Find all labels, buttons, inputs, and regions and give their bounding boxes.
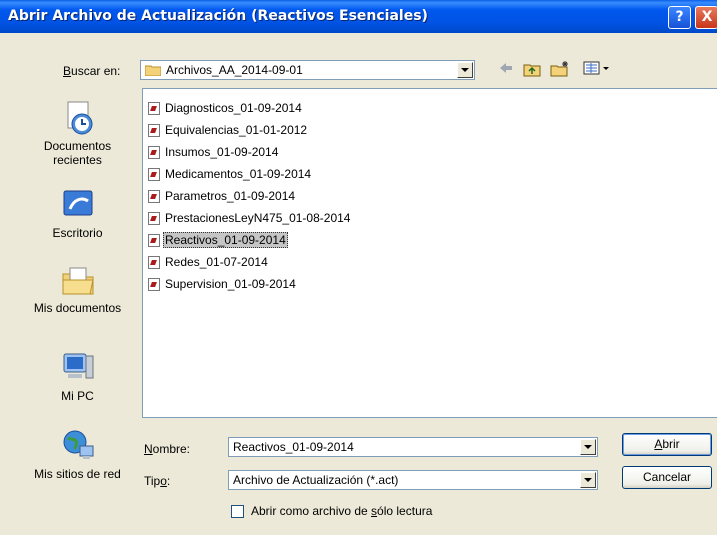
my-computer-icon — [60, 353, 96, 389]
place-label-network: Mis sitios de red — [34, 467, 121, 481]
document-icon — [148, 233, 160, 247]
filename-input[interactable]: Reactivos_01-09-2014 — [228, 437, 598, 457]
file-item[interactable]: Insumos_01-09-2014 — [148, 143, 280, 161]
document-icon — [148, 167, 160, 181]
file-list[interactable]: Diagnosticos_01-09-2014 Equivalencias_01… — [142, 88, 717, 418]
recent-documents-icon — [60, 101, 96, 139]
place-label-my-computer: Mi PC — [61, 389, 94, 403]
file-item[interactable]: Diagnosticos_01-09-2014 — [148, 99, 304, 117]
file-item[interactable]: Supervision_01-09-2014 — [148, 275, 298, 293]
filename-value: Reactivos_01-09-2014 — [233, 440, 354, 454]
filename-label: Nombre: — [144, 442, 191, 456]
place-my-documents[interactable]: Mis documentos — [20, 262, 135, 315]
back-arrow-icon[interactable] — [498, 61, 514, 79]
place-my-computer[interactable]: Mi PC — [20, 350, 135, 403]
document-icon — [148, 101, 160, 115]
readonly-label: Abrir como archivo de sólo lectura — [251, 504, 433, 518]
document-icon — [148, 211, 160, 225]
window-title: Abrir Archivo de Actualización (Reactivo… — [8, 8, 428, 24]
desktop-icon — [60, 190, 96, 226]
document-icon — [148, 255, 160, 269]
file-item[interactable]: Parametros_01-09-2014 — [148, 187, 297, 205]
help-button[interactable]: ? — [668, 6, 691, 29]
file-item[interactable]: Medicamentos_01-09-2014 — [148, 165, 313, 183]
folder-icon — [144, 64, 162, 77]
document-icon — [148, 145, 160, 159]
new-folder-icon[interactable] — [550, 61, 570, 79]
views-menu-icon[interactable] — [583, 61, 611, 79]
filetype-dropdown[interactable]: Archivo de Actualización (*.act) — [228, 470, 598, 490]
place-label-my-documents: Mis documentos — [33, 301, 122, 315]
file-item[interactable]: Redes_01-07-2014 — [148, 253, 270, 271]
filetype-value: Archivo de Actualización (*.act) — [233, 473, 399, 487]
place-label-desktop: Escritorio — [52, 226, 103, 240]
open-button[interactable]: Abrir — [622, 433, 712, 456]
network-places-icon — [60, 430, 96, 467]
file-item-selected[interactable]: Reactivos_01-09-2014 — [148, 231, 288, 249]
document-icon — [148, 189, 160, 203]
chevron-down-icon[interactable] — [580, 472, 596, 488]
look-in-label: Buscar en: — [63, 64, 121, 78]
look-in-dropdown[interactable]: Archivos_AA_2014-09-01 — [140, 60, 475, 80]
cancel-button[interactable]: Cancelar — [622, 466, 712, 489]
look-in-value: Archivos_AA_2014-09-01 — [166, 63, 303, 77]
close-button[interactable]: X — [695, 6, 717, 29]
file-item[interactable]: Equivalencias_01-01-2012 — [148, 121, 309, 139]
document-icon — [148, 277, 160, 291]
place-label-recent: Documentos recientes — [43, 139, 112, 167]
title-bar: Abrir Archivo de Actualización (Reactivo… — [0, 0, 717, 33]
readonly-checkbox[interactable] — [231, 505, 244, 518]
document-icon — [148, 123, 160, 137]
place-recent-documents[interactable]: Documentos recientes — [20, 100, 135, 167]
file-item[interactable]: PrestacionesLeyN475_01-08-2014 — [148, 209, 352, 227]
place-network-places[interactable]: Mis sitios de red — [20, 428, 135, 481]
chevron-down-icon[interactable] — [457, 62, 473, 78]
chevron-down-icon[interactable] — [580, 439, 596, 455]
filetype-label: Tipo: — [144, 474, 171, 488]
my-documents-icon — [60, 267, 96, 301]
up-folder-icon[interactable] — [523, 61, 541, 79]
place-desktop[interactable]: Escritorio — [20, 187, 135, 240]
